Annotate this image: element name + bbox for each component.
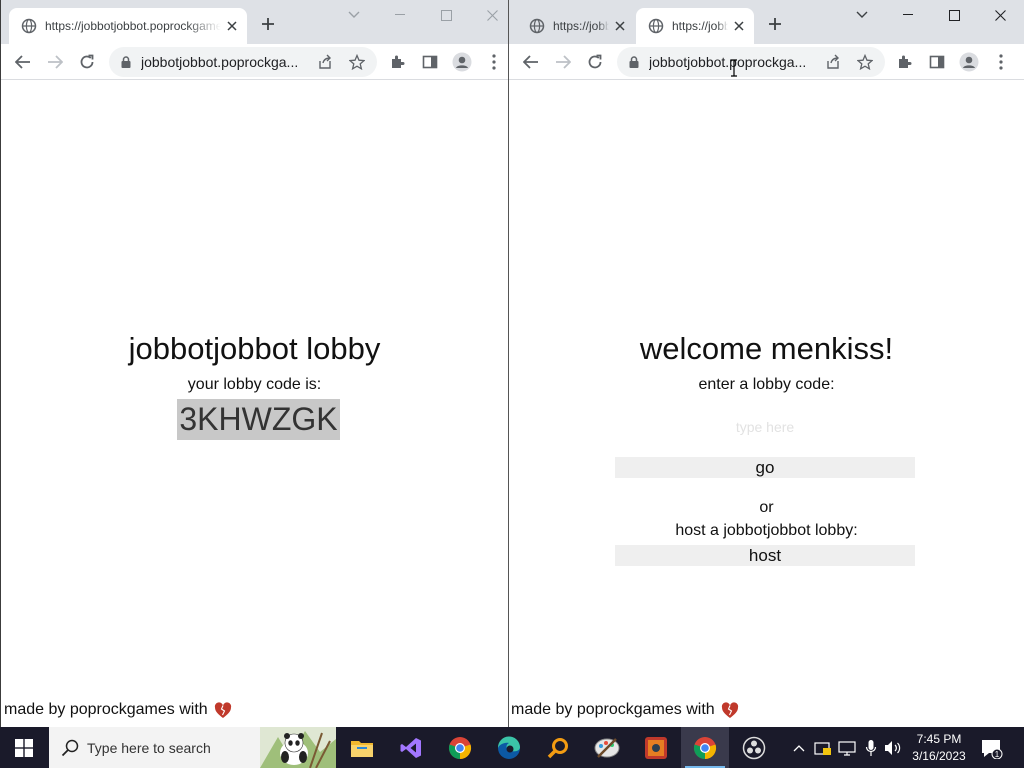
extensions-icon[interactable] bbox=[386, 50, 410, 74]
footer: made by poprockgames with bbox=[511, 701, 739, 719]
globe-icon bbox=[648, 18, 664, 34]
host-prompt: host a jobbotjobbot lobby: bbox=[675, 522, 858, 539]
side-panel-icon[interactable] bbox=[925, 50, 949, 74]
lock-icon[interactable] bbox=[627, 55, 641, 69]
lobby-code[interactable]: 3KHWZGK bbox=[177, 399, 340, 440]
page-title: jobbotjobbot lobby bbox=[128, 331, 381, 366]
clock-date: 3/16/2023 bbox=[912, 749, 966, 763]
extensions-icon[interactable] bbox=[893, 50, 917, 74]
taskbar-search[interactable]: Type here to search bbox=[49, 727, 336, 768]
chrome-active-icon[interactable] bbox=[681, 727, 729, 768]
browser-window-left: https://jobbotjobbot.poprockgames jobbot… bbox=[0, 0, 509, 727]
security-tray-icon[interactable] bbox=[814, 739, 832, 757]
forward-icon[interactable] bbox=[551, 50, 575, 74]
address-bar[interactable]: jobbotjobbot.poprockga... bbox=[617, 47, 885, 77]
new-tab-icon[interactable] bbox=[259, 15, 277, 33]
page-content: welcome menkiss! enter a lobby code: go … bbox=[509, 81, 1024, 727]
footer-text: made by poprockgames with bbox=[4, 701, 208, 718]
game-app-icon[interactable] bbox=[632, 727, 680, 768]
tab-search-icon[interactable] bbox=[331, 0, 377, 30]
volume-icon[interactable] bbox=[884, 739, 902, 757]
minimize-icon[interactable] bbox=[377, 0, 423, 30]
share-icon[interactable] bbox=[315, 52, 335, 72]
footer-text: made by poprockgames with bbox=[511, 701, 715, 718]
host-button[interactable]: host bbox=[615, 545, 915, 566]
url-text[interactable]: jobbotjobbot.poprockga... bbox=[141, 54, 311, 70]
minimize-icon[interactable] bbox=[885, 0, 931, 30]
back-icon[interactable] bbox=[11, 50, 35, 74]
maximize-icon[interactable] bbox=[931, 0, 977, 30]
page-title: welcome menkiss! bbox=[639, 331, 894, 366]
tab-strip: https://jobbotjobbot.poprockgames bbox=[1, 0, 508, 44]
back-icon[interactable] bbox=[519, 50, 543, 74]
new-tab-icon[interactable] bbox=[766, 15, 784, 33]
reload-icon[interactable] bbox=[75, 50, 99, 74]
search-icon bbox=[61, 739, 79, 757]
file-explorer-icon[interactable] bbox=[338, 727, 386, 768]
system-clock[interactable]: 7:45 PM 3/16/2023 bbox=[906, 731, 972, 765]
browser-window-right: https://jobbotjobbot https://jobbotjobbo… bbox=[509, 0, 1024, 727]
globe-icon bbox=[529, 18, 545, 34]
taskbar: Type here to search 7:45 PM 3/16/2023 1 bbox=[0, 727, 1024, 768]
menu-icon[interactable] bbox=[482, 50, 506, 74]
tab-title: https://jobbotjobbot bbox=[553, 19, 609, 33]
edge-icon[interactable] bbox=[485, 727, 533, 768]
lock-icon[interactable] bbox=[119, 55, 133, 69]
paint-app-icon[interactable] bbox=[583, 727, 631, 768]
heart-icon bbox=[214, 701, 231, 718]
globe-icon bbox=[21, 18, 37, 34]
close-window-icon[interactable] bbox=[977, 0, 1023, 30]
close-tab-icon[interactable] bbox=[611, 17, 629, 35]
footer: made by poprockgames with bbox=[4, 701, 232, 719]
tab-title: https://jobbotjobbot bbox=[672, 19, 728, 33]
forward-icon[interactable] bbox=[43, 50, 67, 74]
lobby-code-input[interactable] bbox=[615, 416, 915, 438]
bookmark-star-icon[interactable] bbox=[855, 52, 875, 72]
magnifier-app-icon[interactable] bbox=[534, 727, 582, 768]
maximize-icon[interactable] bbox=[423, 0, 469, 30]
page-content: jobbotjobbot lobby your lobby code is: 3… bbox=[1, 81, 508, 727]
tab-strip: https://jobbotjobbot https://jobbotjobbo… bbox=[509, 0, 1024, 44]
bookmark-star-icon[interactable] bbox=[347, 52, 367, 72]
profile-icon[interactable] bbox=[957, 50, 981, 74]
tab-title: https://jobbotjobbot.poprockgames bbox=[45, 19, 221, 33]
start-button[interactable] bbox=[0, 727, 48, 768]
heart-icon bbox=[721, 701, 738, 718]
text-cursor-icon bbox=[731, 59, 737, 77]
or-label: or bbox=[759, 499, 774, 516]
share-icon[interactable] bbox=[823, 52, 843, 72]
search-highlight-panda-icon bbox=[260, 727, 336, 768]
chrome-icon[interactable] bbox=[436, 727, 484, 768]
close-tab-icon[interactable] bbox=[223, 17, 241, 35]
windows-logo-icon bbox=[15, 738, 33, 757]
lobby-code-label: your lobby code is: bbox=[187, 376, 322, 393]
menu-icon[interactable] bbox=[989, 50, 1013, 74]
network-icon[interactable] bbox=[838, 739, 856, 757]
close-window-icon[interactable] bbox=[469, 0, 508, 30]
tab-search-icon[interactable] bbox=[839, 0, 885, 30]
browser-toolbar: jobbotjobbot.poprockga... bbox=[1, 44, 508, 80]
enter-code-label: enter a lobby code: bbox=[698, 376, 835, 393]
address-bar[interactable]: jobbotjobbot.poprockga... bbox=[109, 47, 377, 77]
chevron-up-icon[interactable] bbox=[790, 739, 808, 757]
notification-count: 1 bbox=[995, 750, 1000, 759]
tab-lobby-1[interactable]: https://jobbotjobbot bbox=[517, 8, 635, 44]
profile-icon[interactable] bbox=[450, 50, 474, 74]
tab-lobby-host[interactable]: https://jobbotjobbot.poprockgames bbox=[9, 8, 247, 44]
reload-icon[interactable] bbox=[583, 50, 607, 74]
microphone-icon[interactable] bbox=[862, 739, 880, 757]
tab-lobby-2[interactable]: https://jobbotjobbot bbox=[636, 8, 754, 44]
clock-time: 7:45 PM bbox=[916, 732, 962, 746]
visual-studio-icon[interactable] bbox=[387, 727, 435, 768]
side-panel-icon[interactable] bbox=[418, 50, 442, 74]
obs-icon[interactable] bbox=[730, 727, 778, 768]
close-tab-icon[interactable] bbox=[730, 17, 748, 35]
browser-toolbar: jobbotjobbot.poprockga... bbox=[509, 44, 1024, 80]
search-placeholder: Type here to search bbox=[87, 740, 211, 756]
go-button[interactable]: go bbox=[615, 457, 915, 478]
notification-center-icon[interactable]: 1 bbox=[981, 739, 1003, 759]
